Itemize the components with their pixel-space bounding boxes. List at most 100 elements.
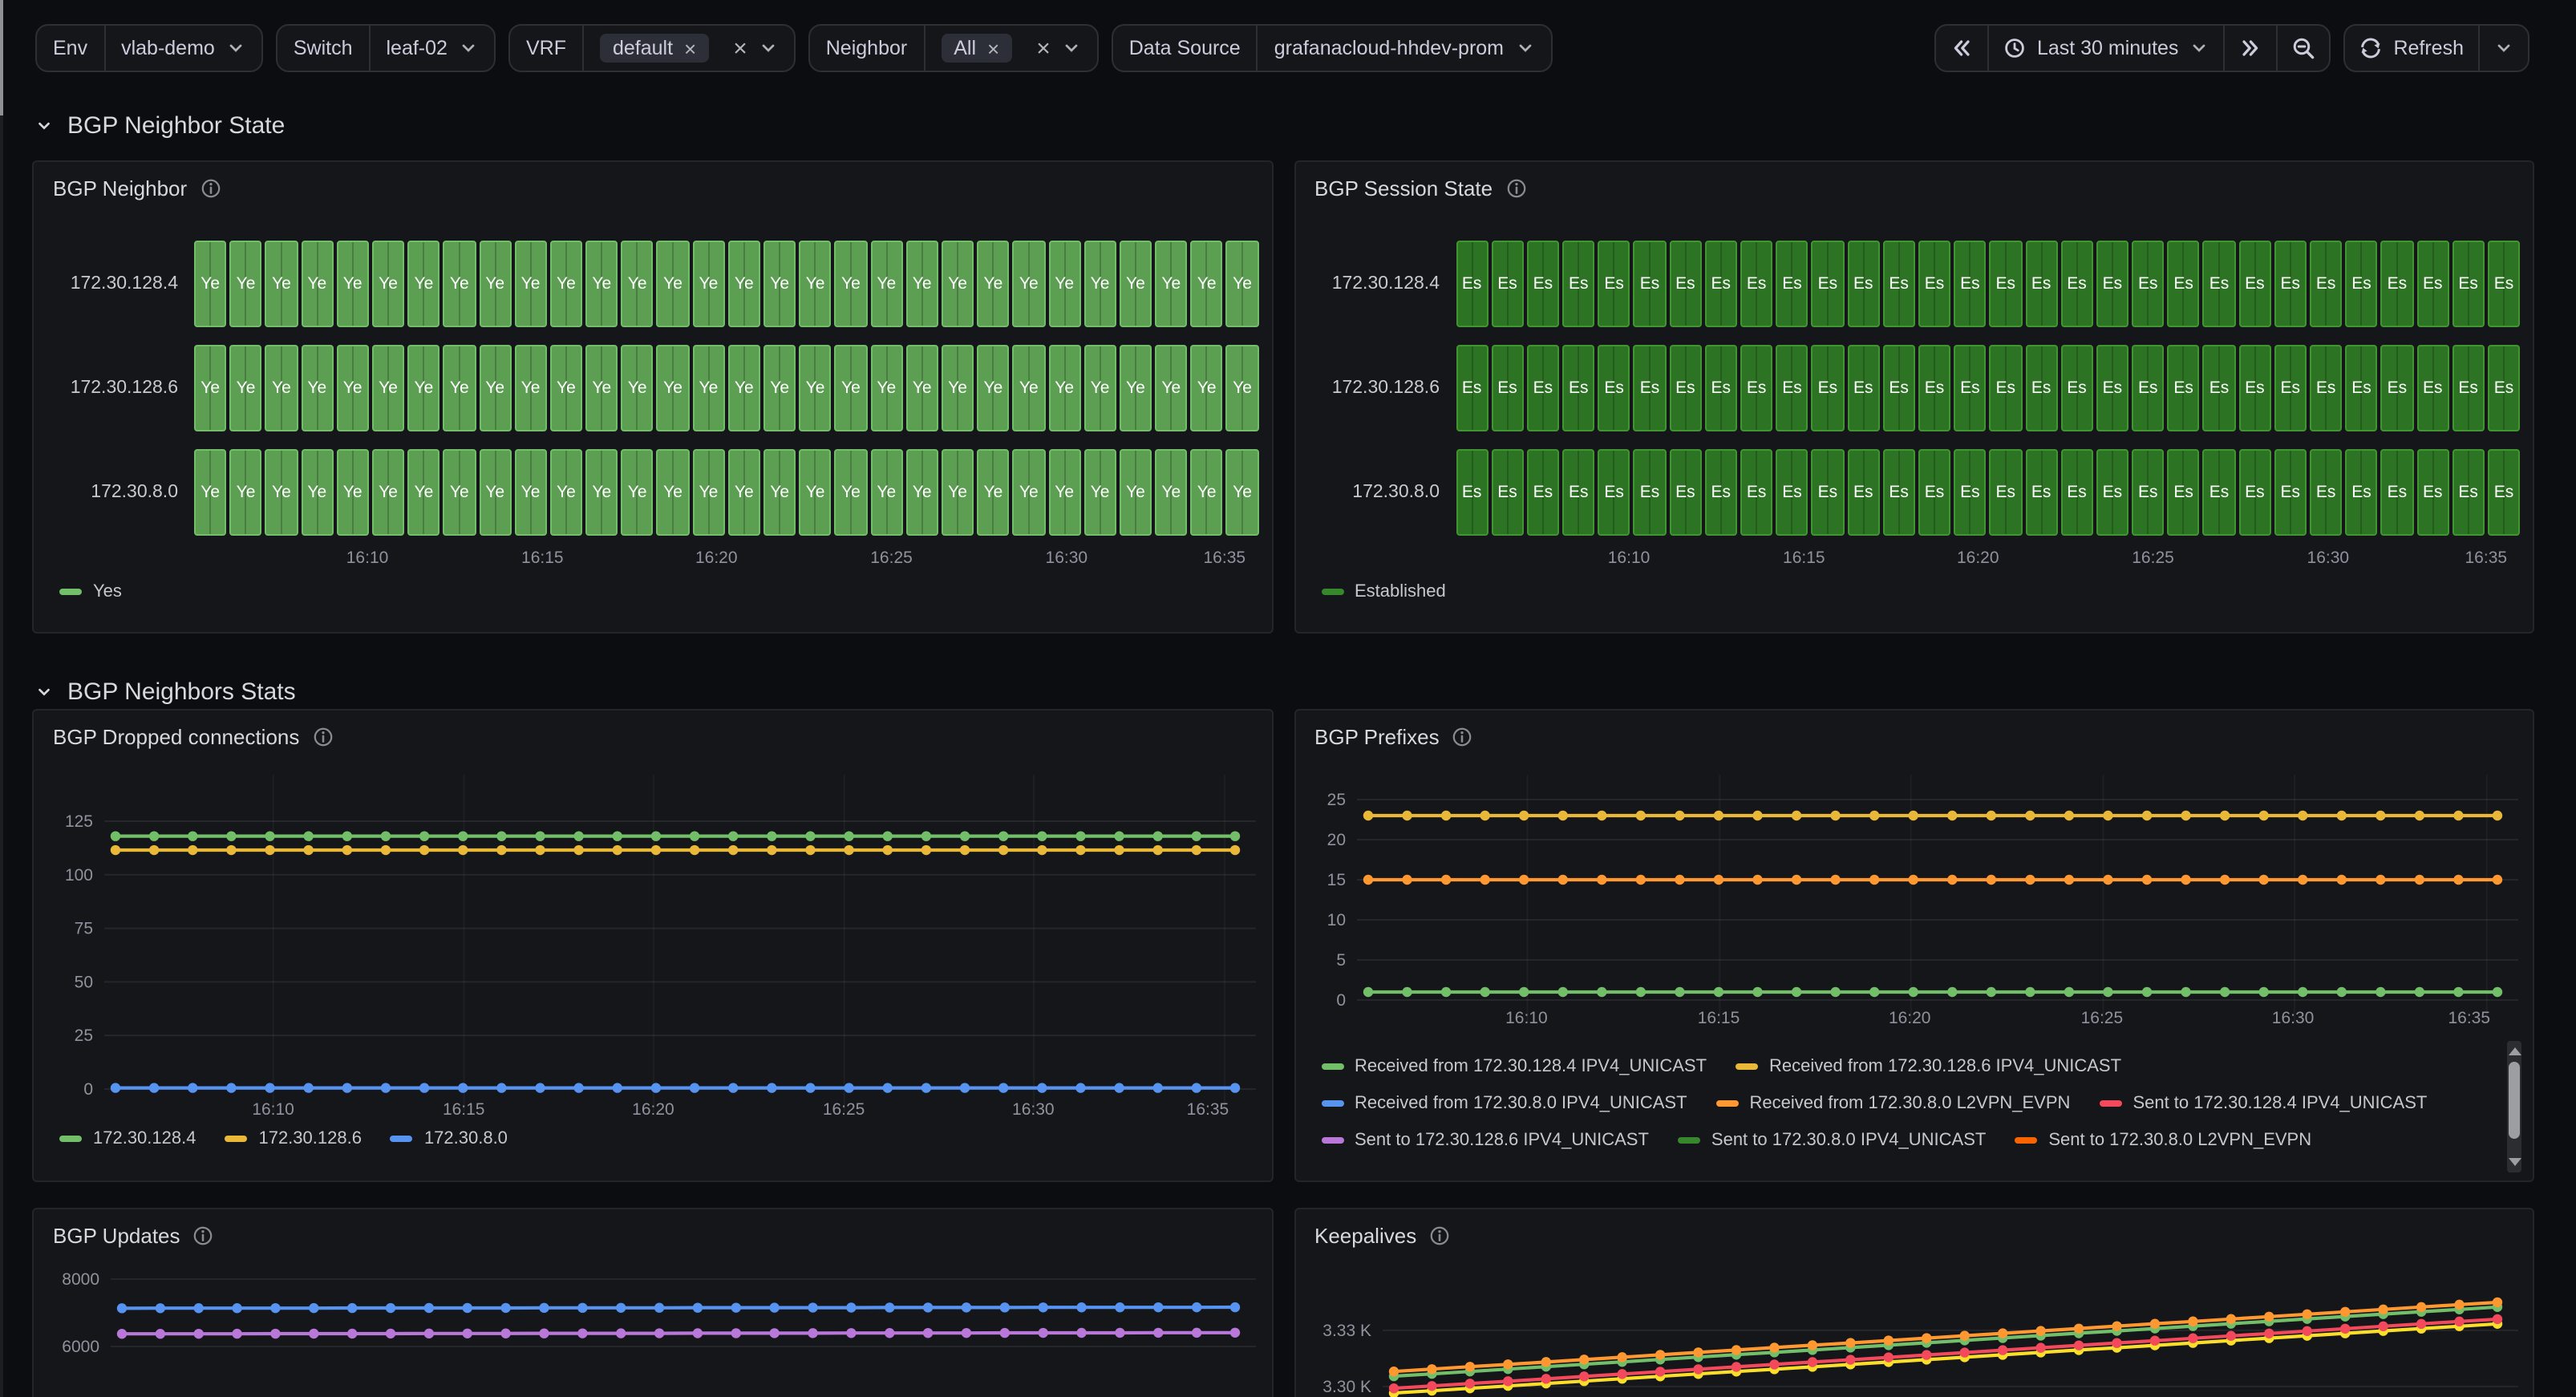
state-cell: Es: [2096, 345, 2128, 431]
neighbor-selected-tag[interactable]: All ×: [941, 34, 1012, 63]
state-cell: Ye: [514, 449, 546, 536]
panel-title: Keepalives: [1314, 1224, 1416, 1248]
x-tick-label: 16:25: [2081, 1009, 2124, 1028]
state-cell: Es: [2060, 345, 2092, 431]
state-cell: Es: [1812, 345, 1844, 431]
state-cell: Es: [2310, 241, 2342, 327]
legend-label: Received from 172.30.8.0 IPV4_UNICAST: [1355, 1093, 1687, 1112]
state-cells: YeYeYeYeYeYeYeYeYeYeYeYeYeYeYeYeYeYeYeYe…: [194, 345, 1258, 431]
scroll-down-icon[interactable]: [2508, 1158, 2521, 1166]
datasource-label: Data Source: [1113, 26, 1258, 71]
left-scrollbar-thumb[interactable]: [0, 0, 3, 115]
info-icon[interactable]: [312, 727, 333, 747]
scroll-up-icon[interactable]: [2508, 1047, 2521, 1055]
state-cell: Es: [1740, 345, 1772, 431]
legend-item[interactable]: Received from 172.30.128.4 IPV4_UNICAST: [1321, 1047, 1707, 1084]
x-tick-label: 16:15: [1783, 549, 1825, 568]
panel-title: BGP Updates: [53, 1224, 180, 1248]
state-cell: Ye: [763, 449, 796, 536]
state-cell: Es: [2452, 345, 2485, 431]
state-cell: Es: [2274, 241, 2307, 327]
legend-item[interactable]: Sent to 172.30.8.0 IPV4_UNICAST: [1678, 1121, 1986, 1158]
vrf-select[interactable]: default × ×: [584, 26, 794, 71]
legend-item[interactable]: Received from 172.30.8.0 IPV4_UNICAST: [1321, 1084, 1687, 1121]
datasource-variable: Data Source grafanacloud-hhdev-prom: [1112, 24, 1552, 72]
panel-legend: Received from 172.30.128.4 IPV4_UNICASTR…: [1321, 1047, 2491, 1158]
info-icon[interactable]: [1505, 178, 1526, 199]
state-cell: Es: [2345, 345, 2377, 431]
panel-header: BGP Prefixes: [1314, 725, 1473, 749]
x-tick-label: 16:20: [1957, 549, 1999, 568]
state-cell: Ye: [265, 345, 298, 431]
state-cell: Ye: [337, 449, 369, 536]
left-scrollbar-track[interactable]: [0, 0, 3, 1397]
legend-item[interactable]: Established: [1321, 573, 1446, 609]
clear-all-icon[interactable]: ×: [733, 36, 747, 60]
remove-tag-icon[interactable]: ×: [684, 38, 696, 59]
vrf-selected-tag[interactable]: default ×: [600, 34, 709, 63]
state-cell: Es: [2345, 449, 2377, 536]
x-tick-label: 16:20: [1889, 1009, 1931, 1028]
section-bgp-neighbor-state[interactable]: BGP Neighbor State: [35, 107, 2576, 143]
refresh-interval-dropdown[interactable]: [2478, 26, 2528, 71]
time-shift-forward-button[interactable]: [2223, 26, 2276, 71]
legend-item[interactable]: Received from 172.30.128.6 IPV4_UNICAST: [1736, 1047, 2121, 1084]
legend-item[interactable]: Sent to 172.30.128.4 IPV4_UNICAST: [2099, 1084, 2427, 1121]
refresh-button[interactable]: Refresh: [2345, 26, 2478, 71]
datasource-select[interactable]: grafanacloud-hhdev-prom: [1258, 26, 1550, 71]
info-icon[interactable]: [1452, 727, 1473, 747]
chevron-down-icon: [1515, 38, 1534, 58]
state-cells: YeYeYeYeYeYeYeYeYeYeYeYeYeYeYeYeYeYeYeYe…: [194, 241, 1258, 327]
clear-all-icon[interactable]: ×: [1036, 36, 1051, 60]
zoom-out-button[interactable]: [2276, 26, 2329, 71]
state-cell: Es: [1954, 345, 1986, 431]
state-cell: Ye: [1155, 449, 1187, 536]
x-tick-label: 16:25: [823, 1100, 865, 1120]
x-tick-label: 16:10: [252, 1100, 294, 1120]
info-icon[interactable]: [1429, 1225, 1450, 1246]
env-select[interactable]: vlab-demo: [105, 26, 261, 71]
state-cell: Ye: [728, 345, 760, 431]
state-cell: Ye: [1155, 241, 1187, 327]
switch-select[interactable]: leaf-02: [371, 26, 494, 71]
legend-item[interactable]: 172.30.128.4: [59, 1120, 196, 1156]
legend-item[interactable]: 172.30.128.6: [225, 1120, 361, 1156]
legend-scrollbar[interactable]: [2507, 1041, 2521, 1172]
state-cell: Es: [1847, 241, 1879, 327]
legend-item[interactable]: Sent to 172.30.128.6 IPV4_UNICAST: [1321, 1121, 1649, 1158]
info-icon[interactable]: [193, 1225, 214, 1246]
state-cells: YeYeYeYeYeYeYeYeYeYeYeYeYeYeYeYeYeYeYeYe…: [194, 449, 1258, 536]
legend-item[interactable]: Yes: [59, 573, 122, 609]
state-cell: Ye: [1048, 449, 1080, 536]
legend-item[interactable]: 172.30.8.0: [391, 1120, 508, 1156]
svg-text:8000: 8000: [62, 1270, 99, 1289]
state-cell: Ye: [265, 449, 298, 536]
state-cell: Ye: [942, 449, 974, 536]
row-label: 172.30.128.6: [50, 345, 194, 431]
time-range-picker[interactable]: Last 30 minutes: [1987, 26, 2224, 71]
legend-item[interactable]: Sent to 172.30.8.0 L2VPN_EVPN: [2015, 1121, 2311, 1158]
state-cell: Es: [1705, 345, 1737, 431]
state-panels-row: BGP Neighbor 172.30.128.4YeYeYeYeYeYeYeY…: [32, 160, 2534, 634]
state-cell: Es: [2488, 449, 2520, 536]
state-cell: Es: [1705, 449, 1737, 536]
legend-label: Sent to 172.30.128.6 IPV4_UNICAST: [1355, 1130, 1649, 1149]
legend-item[interactable]: Received from 172.30.8.0 L2VPN_EVPN: [1716, 1084, 2071, 1121]
section-bgp-neighbors-stats[interactable]: BGP Neighbors Stats: [35, 674, 2576, 709]
state-cell: Es: [2381, 241, 2413, 327]
state-cell: Es: [2096, 241, 2128, 327]
state-cell: Ye: [479, 449, 511, 536]
state-cell: Ye: [657, 345, 689, 431]
info-icon[interactable]: [200, 178, 221, 199]
state-cell: Es: [2381, 345, 2413, 431]
scrollbar-thumb[interactable]: [2509, 1062, 2520, 1139]
remove-tag-icon[interactable]: ×: [987, 38, 999, 59]
time-series-chart: 0255075100125: [47, 775, 1255, 1112]
state-cell: Ye: [657, 241, 689, 327]
legend-color-chip: [1321, 1099, 1343, 1106]
time-shift-back-button[interactable]: [1936, 26, 1987, 71]
x-tick-label: 16:30: [1012, 1100, 1055, 1120]
neighbor-select[interactable]: All × ×: [925, 26, 1097, 71]
state-cell: Ye: [1083, 449, 1116, 536]
state-cell: Es: [1883, 345, 1915, 431]
